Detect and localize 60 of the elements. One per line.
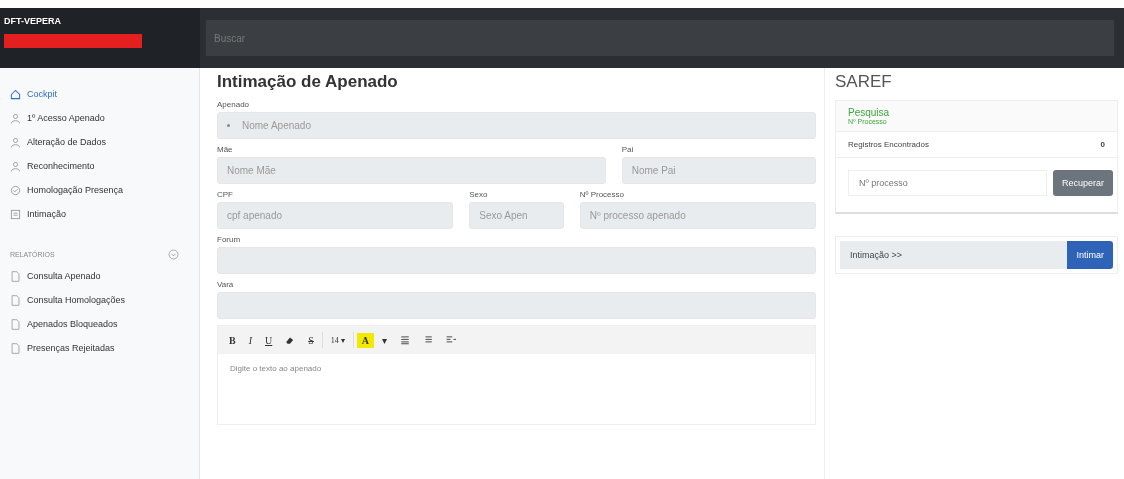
bold-button[interactable]: B	[224, 332, 241, 348]
user-icon	[10, 112, 21, 124]
caret-button[interactable]: ▾	[377, 332, 393, 348]
collapse-icon	[168, 248, 179, 260]
text-color-button[interactable]: A	[356, 332, 375, 348]
intimation-group[interactable]: Intimação >> Intimar	[835, 236, 1118, 274]
field-label: CPF	[217, 190, 234, 199]
field-label: Vara	[217, 280, 235, 289]
list-icon	[10, 208, 21, 220]
input-field[interactable]: cpf apenado	[217, 202, 454, 229]
input-field[interactable]	[217, 292, 816, 319]
document-icon	[10, 318, 21, 330]
nav-item[interactable]: Homologação Presença	[10, 178, 189, 202]
input-field[interactable]: Nome Pai	[621, 157, 816, 184]
input-field[interactable]: Nome Mãe	[217, 157, 606, 184]
nav-item[interactable]: Apenados Bloqueados	[10, 312, 189, 336]
nav-item[interactable]: Reconhecimento	[10, 154, 189, 178]
nav-item[interactable]: Intimação	[10, 202, 189, 226]
recover-button[interactable]: Recuperar	[1052, 170, 1113, 196]
field-label: Forum	[217, 235, 242, 244]
search-field[interactable]: Buscar	[206, 20, 1114, 56]
eraser-icon	[285, 335, 296, 345]
card-title: Pesquisa	[848, 107, 891, 118]
field-label: Nº Processo	[579, 190, 626, 199]
records-count: 0	[1100, 140, 1105, 149]
brand-name: DFT-VEPERA	[4, 16, 62, 26]
align-icon	[446, 335, 457, 345]
document-icon	[10, 270, 21, 282]
home-icon	[10, 88, 21, 100]
panel-title: SAREF	[835, 72, 893, 92]
nav-item[interactable]: 1º Acesso Apenado	[10, 106, 189, 130]
badge-icon	[10, 184, 21, 196]
nav-item[interactable]: Alteração de Dados	[10, 130, 189, 154]
underline-button[interactable]: U	[260, 332, 278, 348]
field-label: Pai	[621, 145, 635, 154]
list-icon	[423, 335, 434, 345]
intimate-button[interactable]: Intimar	[1067, 241, 1113, 269]
strike-button[interactable]: S	[303, 332, 319, 348]
process-field[interactable]: Nº processo	[848, 170, 1047, 196]
document-icon	[10, 294, 21, 306]
records-label: Registros Encontrados	[848, 140, 929, 149]
page-title: Intimação de Apenado	[217, 72, 399, 92]
intimation-field: Intimação >>	[840, 241, 1068, 269]
nav-item[interactable]: Presenças Rejeitadas	[10, 336, 189, 360]
document-icon	[10, 342, 21, 354]
nav-item[interactable]: Consulta Homologações	[10, 288, 189, 312]
italic-button[interactable]: I	[243, 332, 257, 348]
nav-item[interactable]: Cockpit	[10, 82, 189, 106]
input-field[interactable]: Sexo Apen	[469, 202, 564, 229]
user-icon	[10, 160, 21, 172]
field-label: Mãe	[217, 145, 234, 154]
font-size-dropdown[interactable]: 14 ▾	[325, 333, 350, 347]
input-field[interactable]: Nº processo apenado	[579, 202, 816, 229]
input-field[interactable]	[217, 247, 816, 274]
list-icon	[400, 335, 411, 345]
field-label: Sexo	[469, 190, 489, 199]
field-label: Apenado	[217, 100, 251, 109]
editor-input[interactable]: Digite o texto ao apenado	[218, 354, 815, 424]
nav-item[interactable]: Consulta Apenado	[10, 264, 189, 288]
user-icon	[10, 136, 21, 148]
